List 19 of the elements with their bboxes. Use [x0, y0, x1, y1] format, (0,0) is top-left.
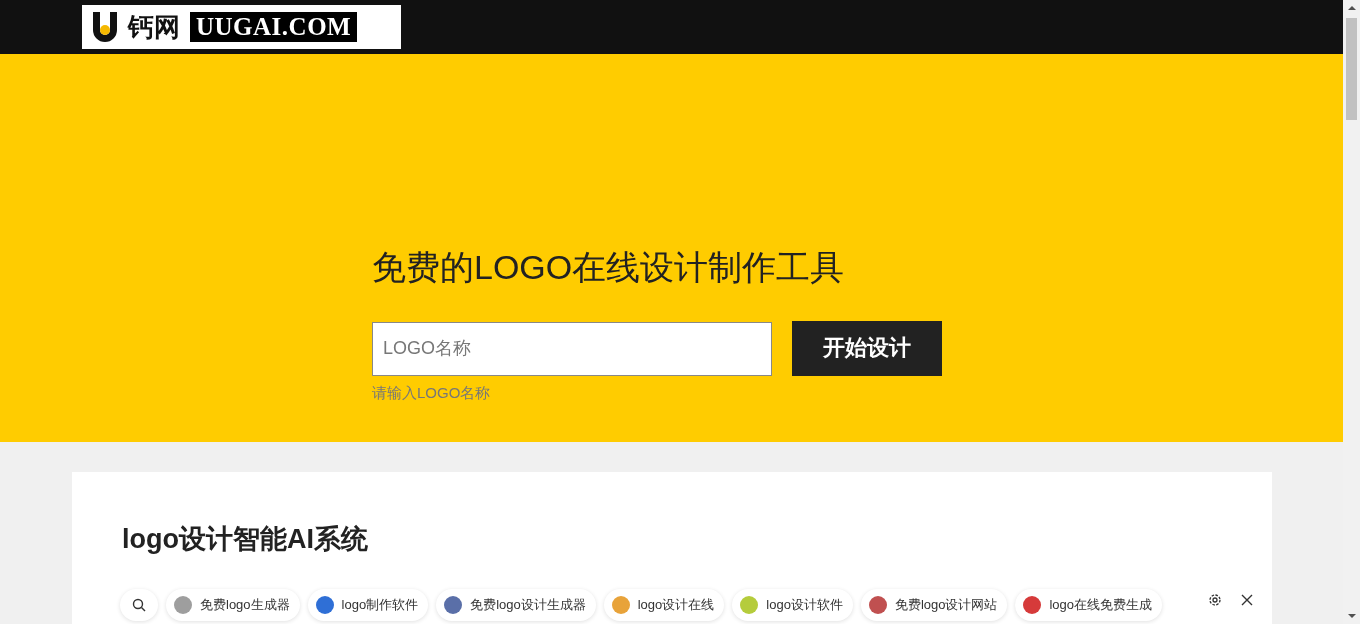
logo-wordmark: UUGAI.COM: [190, 12, 358, 42]
suggestion-chip[interactable]: 免费logo生成器: [166, 589, 300, 621]
suggestion-chip[interactable]: logo设计在线: [603, 589, 725, 621]
suggestion-chip[interactable]: logo在线免费生成: [1015, 589, 1163, 621]
hero-title: 免费的LOGO在线设计制作工具: [372, 246, 846, 288]
gear-u-icon: [92, 10, 118, 43]
close-icon: [1241, 594, 1253, 606]
suggestion-chip[interactable]: 免费logo设计生成器: [436, 589, 596, 621]
suggestion-chip[interactable]: 免费logo设计网站: [860, 589, 1008, 621]
search-icon: [132, 598, 146, 612]
suggestion-chip[interactable]: logo制作软件: [307, 589, 429, 621]
logo-name-field[interactable]: LOGO名称: [372, 321, 772, 376]
logo-text: 钙网: [128, 13, 180, 40]
start-design-button[interactable]: 开始设计: [792, 320, 942, 376]
suggestion-chip[interactable]: logo设计软件: [732, 589, 853, 621]
section-heading: logo设计智能AI系统: [122, 524, 369, 554]
site-logo[interactable]: 钙网 UUGAI.COM: [82, 4, 401, 49]
input-hint: 请输入LOGO名称: [372, 383, 492, 403]
settings-icon: [1208, 593, 1222, 607]
